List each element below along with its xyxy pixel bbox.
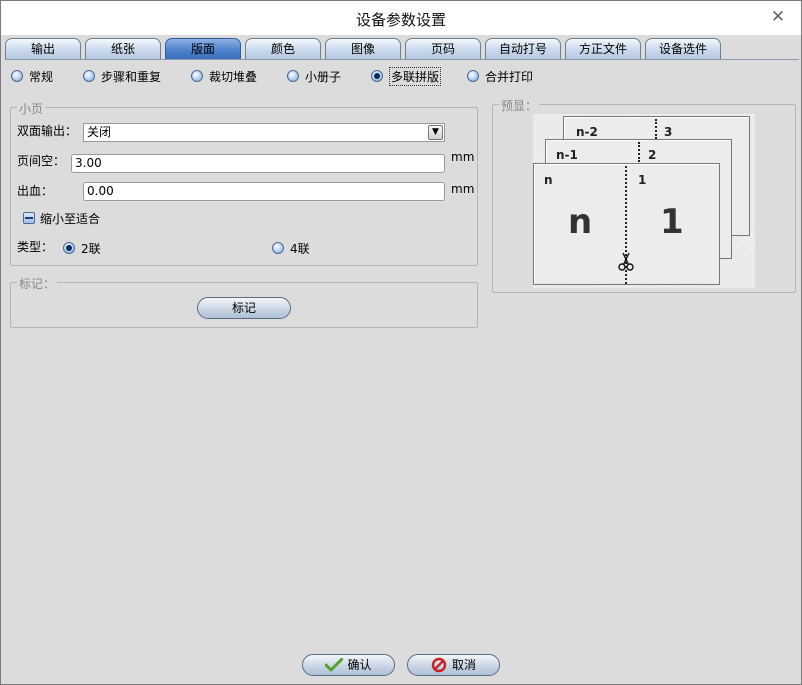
radio-cut-stack-indicator[interactable]	[191, 70, 203, 82]
radio-multi-up-label: 多联拼版	[389, 66, 442, 86]
duplex-label: 双面输出：	[17, 124, 78, 138]
bleed-unit: mm	[451, 182, 475, 196]
dialog-footer: 确认 取消	[1, 651, 801, 681]
tab-auto-numbering[interactable]: 自动打号	[485, 38, 561, 59]
front-big-right: 1	[660, 202, 684, 242]
mid-cut-line	[638, 142, 640, 162]
radio-normal-indicator[interactable]	[11, 70, 23, 82]
tab-color[interactable]: 颜色	[245, 38, 321, 59]
gap-input[interactable]: 3.00	[71, 154, 445, 173]
marks-legend: 标记：	[17, 275, 58, 292]
tab-founder-file[interactable]: 方正文件	[565, 38, 641, 59]
scissors-icon	[618, 252, 634, 272]
settings-dialog: 设备参数设置 ✕ 输出 纸张 版面 颜色 图像 页码 自动打号 方正文件 设备选…	[0, 0, 802, 685]
back-left-label: n-2	[576, 125, 598, 139]
gap-label: 页间空：	[17, 154, 66, 168]
radio-merge-print[interactable]: 合并打印	[467, 67, 533, 85]
bleed-input[interactable]: 0.00	[83, 182, 445, 201]
radio-cut-stack-label: 裁切堆叠	[209, 69, 258, 84]
front-big-left: n	[568, 202, 593, 242]
preview-legend: 预显：	[499, 97, 540, 114]
window-title: 设备参数设置	[355, 11, 446, 29]
preview-canvas: n-2 3 n-1 2 n 1 n 1	[533, 114, 755, 288]
tab-paper[interactable]: 纸张	[85, 38, 161, 59]
radio-step-repeat[interactable]: 步骤和重复	[83, 67, 161, 85]
front-right-label: 1	[638, 173, 647, 187]
radio-step-repeat-label: 步骤和重复	[101, 69, 162, 84]
tab-image[interactable]: 图像	[325, 38, 401, 59]
small-page-group: 小页 双面输出： 关闭 ▼ 页间空： 3.00 mm 出血： 0.00 mm 缩…	[10, 100, 478, 266]
radio-2up[interactable]: 2联	[63, 239, 101, 257]
shrink-to-fit-label: 缩小至适合	[40, 212, 101, 226]
chevron-down-icon[interactable]: ▼	[428, 125, 443, 140]
radio-2up-label: 2联	[81, 241, 101, 256]
tab-output[interactable]: 输出	[5, 38, 81, 59]
radio-booklet-indicator[interactable]	[287, 70, 299, 82]
shrink-to-fit-checkbox[interactable]	[23, 212, 35, 224]
duplex-select[interactable]: 关闭 ▼	[83, 123, 445, 142]
cancel-button-label: 取消	[451, 658, 476, 672]
preview-sheet-front: n 1 n 1	[533, 163, 720, 285]
radio-booklet-label: 小册子	[305, 69, 342, 84]
radio-step-repeat-indicator[interactable]	[83, 70, 95, 82]
type-label: 类型：	[17, 240, 54, 254]
radio-normal[interactable]: 常规	[11, 67, 53, 85]
radio-4up-label: 4联	[290, 241, 310, 256]
radio-multi-up[interactable]: 多联拼版	[371, 66, 442, 86]
radio-merge-print-label: 合并打印	[485, 69, 534, 84]
radio-4up[interactable]: 4联	[272, 239, 310, 257]
gap-unit: mm	[451, 150, 475, 164]
radio-4up-indicator[interactable]	[272, 242, 284, 254]
tab-bar: 输出 纸张 版面 颜色 图像 页码 自动打号 方正文件 设备选件	[5, 38, 802, 60]
checkmark-icon	[324, 657, 344, 672]
marks-group: 标记： 标记	[10, 275, 478, 328]
back-right-label: 3	[664, 125, 673, 139]
small-page-legend: 小页	[17, 100, 46, 117]
mid-left-label: n-1	[556, 148, 578, 162]
tab-divider	[5, 59, 799, 60]
radio-cut-stack[interactable]: 裁切堆叠	[191, 67, 257, 85]
tab-device-options[interactable]: 设备选件	[645, 38, 721, 59]
radio-booklet[interactable]: 小册子	[287, 67, 341, 85]
radio-multi-up-indicator[interactable]	[371, 70, 383, 82]
tab-page-number[interactable]: 页码	[405, 38, 481, 59]
duplex-select-value: 关闭	[87, 125, 112, 139]
marks-button[interactable]: 标记	[197, 297, 291, 319]
cancel-button[interactable]: 取消	[407, 654, 500, 676]
mid-right-label: 2	[648, 148, 657, 162]
ok-button-label: 确认	[347, 658, 372, 672]
front-left-label: n	[544, 173, 553, 187]
title-bar: 设备参数设置 ✕	[1, 1, 801, 35]
bleed-label: 出血：	[17, 184, 54, 198]
radio-2up-indicator[interactable]	[63, 242, 75, 254]
radio-merge-print-indicator[interactable]	[467, 70, 479, 82]
prohibited-icon	[431, 657, 447, 673]
back-cut-line	[655, 119, 657, 139]
ok-button[interactable]: 确认	[302, 654, 395, 676]
radio-normal-label: 常规	[29, 69, 54, 84]
layout-mode-group: 常规 步骤和重复 裁切堆叠 小册子 多联拼版 合并打印	[11, 66, 791, 87]
tab-layout[interactable]: 版面	[165, 38, 241, 59]
close-button[interactable]: ✕	[769, 8, 787, 26]
